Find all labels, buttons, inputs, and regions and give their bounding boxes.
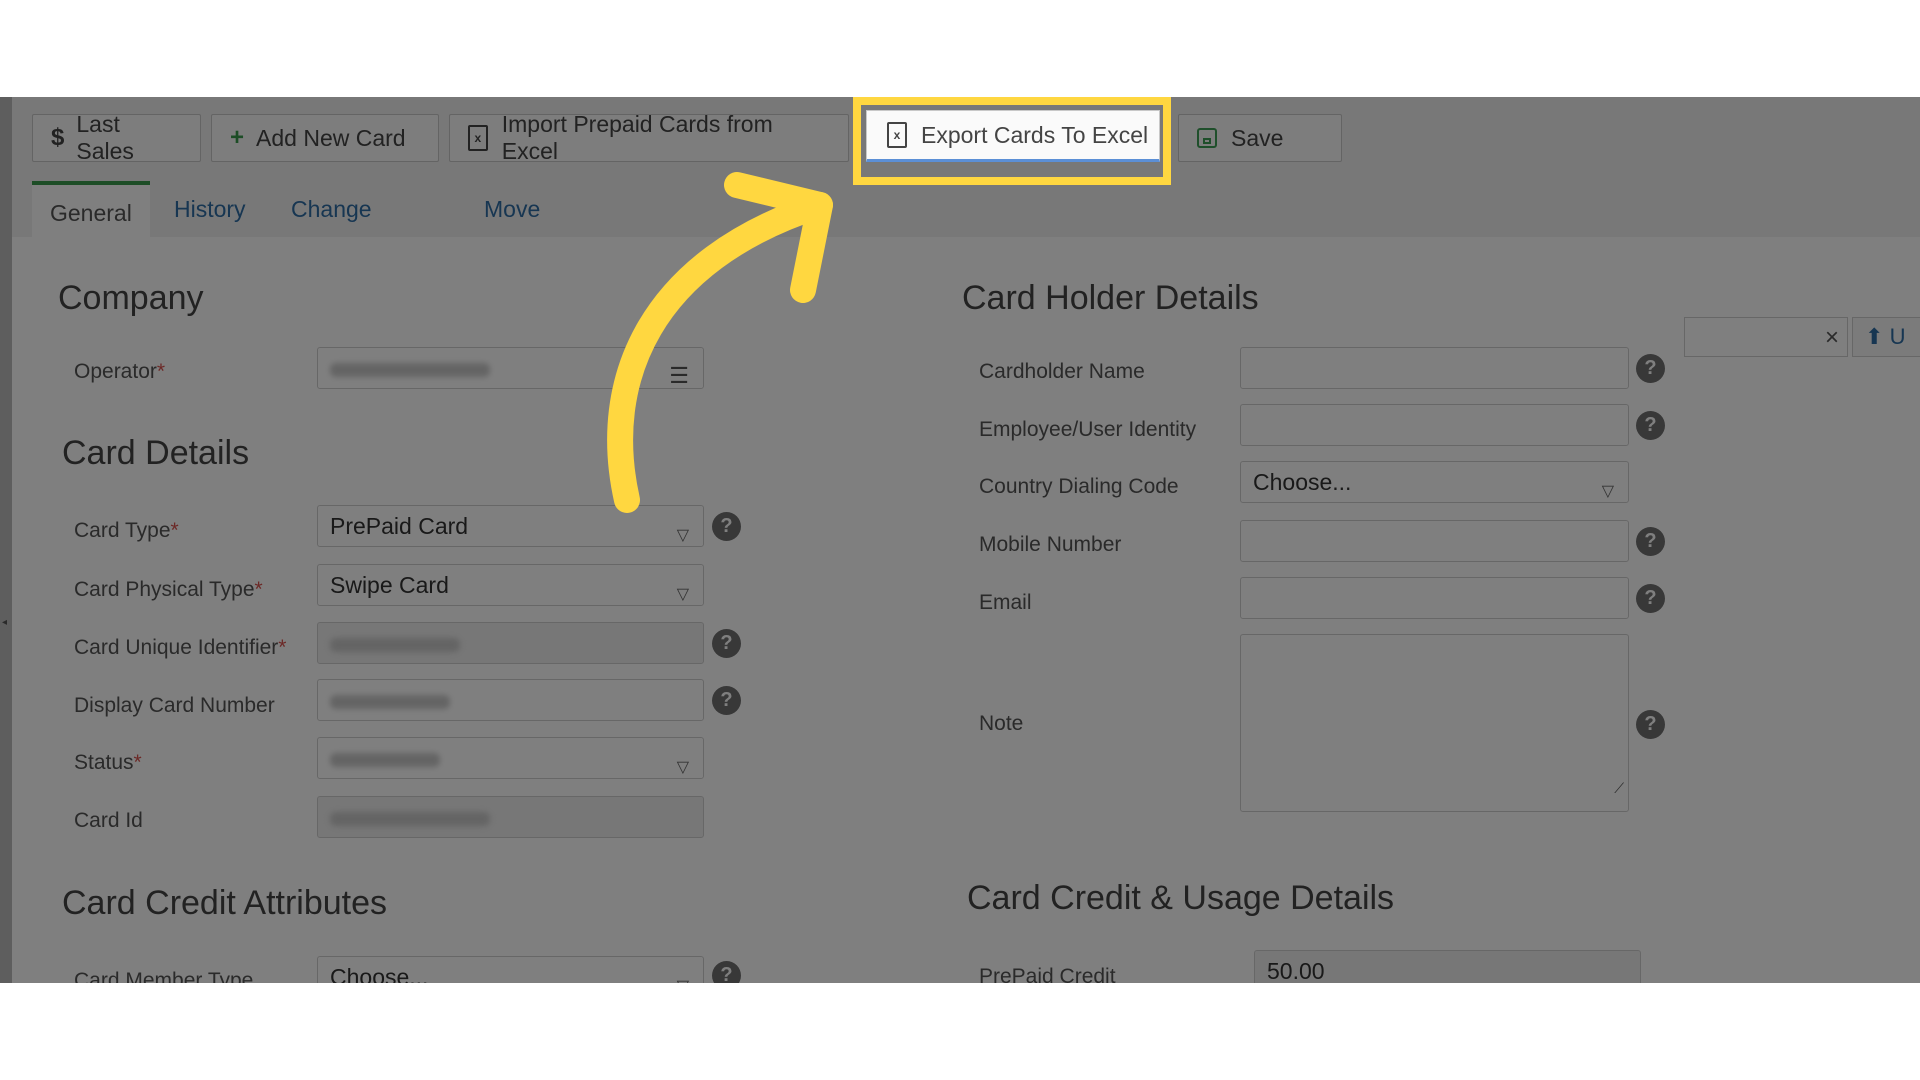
prepaid-credit-value: 50.00 bbox=[1267, 958, 1325, 983]
chevron-down-icon: ▽ bbox=[676, 586, 689, 603]
save-button[interactable]: Save bbox=[1178, 114, 1342, 162]
chevron-down-icon: ▽ bbox=[1601, 483, 1614, 500]
tab-change-credit[interactable]: Change Credit bbox=[291, 181, 372, 278]
help-icon[interactable]: ? bbox=[712, 961, 741, 983]
dollar-icon: $ bbox=[51, 124, 65, 151]
mobile-number-field[interactable] bbox=[1240, 520, 1629, 562]
help-icon[interactable]: ? bbox=[712, 629, 741, 658]
chevron-down-icon: ▽ bbox=[676, 759, 689, 776]
card-member-type-label: Card Member Type bbox=[74, 969, 254, 983]
export-label: Export Cards To Excel bbox=[921, 121, 1149, 148]
card-member-type-select[interactable]: Choose... ▽ bbox=[317, 956, 704, 983]
card-holder-details-heading: Card Holder Details bbox=[962, 279, 1259, 317]
help-icon[interactable]: ? bbox=[712, 512, 741, 541]
status-blurred bbox=[330, 752, 440, 767]
operator-label: Operator* bbox=[74, 360, 166, 383]
card-physical-type-select[interactable]: Swipe Card ▽ bbox=[317, 564, 704, 606]
last-sales-button[interactable]: $ Last Sales bbox=[32, 111, 201, 164]
tab-general[interactable]: General bbox=[32, 181, 150, 237]
card-member-type-value: Choose... bbox=[330, 964, 429, 983]
email-label: Email bbox=[979, 591, 1032, 614]
upload-icon: ⬆ bbox=[1865, 324, 1884, 349]
upload-file-field[interactable]: × bbox=[1684, 317, 1848, 357]
card-id-field bbox=[317, 796, 704, 838]
employee-user-identity-label: Employee/User Identity bbox=[979, 418, 1197, 441]
card-details-heading: Card Details bbox=[62, 434, 250, 472]
export-cards-to-excel-button[interactable]: x Export Cards To Excel bbox=[866, 110, 1160, 162]
collapse-caret-icon[interactable]: ◂ bbox=[2, 617, 7, 628]
operator-field[interactable]: ☰ bbox=[317, 347, 704, 389]
help-icon[interactable]: ? bbox=[1636, 354, 1665, 383]
country-dialing-code-value: Choose... bbox=[1253, 469, 1352, 495]
operator-value-blurred bbox=[330, 362, 490, 377]
left-collapse-bar[interactable]: ◂ bbox=[0, 97, 12, 983]
chevron-down-icon: ▽ bbox=[677, 967, 689, 983]
add-new-card-label: Add New Card bbox=[256, 124, 406, 151]
general-panel bbox=[32, 237, 1920, 983]
card-credit-usage-heading: Card Credit & Usage Details bbox=[967, 879, 1395, 917]
save-label: Save bbox=[1231, 124, 1284, 151]
plus-icon: + bbox=[230, 124, 245, 151]
card-id-blurred bbox=[330, 811, 490, 826]
excel-file-icon: x bbox=[468, 125, 488, 151]
prepaid-credit-label: PrePaid Credit bbox=[979, 965, 1116, 983]
help-icon[interactable]: ? bbox=[1636, 411, 1665, 440]
status-label: Status* bbox=[74, 751, 142, 774]
app-screenshot: ◂ $ Last Sales + Add New Card x Import P… bbox=[0, 97, 1920, 983]
import-label: Import Prepaid Cards from Excel bbox=[501, 111, 773, 164]
tab-move[interactable]: Move bbox=[484, 181, 540, 237]
import-prepaid-cards-button[interactable]: x Import Prepaid Cards from Excel bbox=[449, 111, 849, 164]
card-type-select[interactable]: PrePaid Card ▽ bbox=[317, 505, 704, 547]
help-icon[interactable]: ? bbox=[1636, 584, 1665, 613]
display-card-number-field[interactable] bbox=[317, 679, 704, 721]
list-icon[interactable]: ☰ bbox=[669, 356, 689, 396]
upload-button[interactable]: ⬆ U bbox=[1852, 317, 1920, 357]
display-card-number-label: Display Card Number bbox=[74, 694, 275, 717]
email-field[interactable] bbox=[1240, 577, 1629, 619]
resize-handle-icon[interactable]: ⟋ bbox=[1614, 768, 1624, 808]
status-select[interactable]: ▽ bbox=[317, 737, 704, 779]
note-textarea[interactable]: ⟋ bbox=[1240, 634, 1629, 812]
excel-file-icon: x bbox=[887, 122, 907, 148]
mobile-number-label: Mobile Number bbox=[979, 533, 1122, 556]
help-icon[interactable]: ? bbox=[712, 686, 741, 715]
upload-label: U bbox=[1889, 324, 1906, 349]
help-icon[interactable]: ? bbox=[1636, 527, 1665, 556]
country-dialing-code-label: Country Dialing Code bbox=[979, 475, 1179, 498]
card-unique-identifier-label: Card Unique Identifier* bbox=[74, 636, 287, 659]
unique-id-blurred bbox=[330, 637, 460, 652]
last-sales-label: Last Sales bbox=[76, 111, 134, 164]
company-heading: Company bbox=[58, 279, 204, 317]
cardholder-name-field[interactable] bbox=[1240, 347, 1629, 389]
chevron-down-icon: ▽ bbox=[676, 527, 689, 544]
prepaid-credit-field: 50.00 bbox=[1254, 950, 1641, 983]
card-credit-attributes-heading: Card Credit Attributes bbox=[62, 884, 388, 922]
country-dialing-code-select[interactable]: Choose... ▽ bbox=[1240, 461, 1629, 503]
save-icon bbox=[1197, 128, 1217, 148]
display-number-blurred bbox=[330, 694, 450, 709]
tab-history[interactable]: History bbox=[174, 181, 246, 237]
help-icon[interactable]: ? bbox=[1636, 710, 1665, 739]
card-type-value: PrePaid Card bbox=[330, 513, 469, 539]
card-physical-type-value: Swipe Card bbox=[330, 572, 449, 598]
card-physical-type-label: Card Physical Type* bbox=[74, 578, 263, 601]
card-type-label: Card Type* bbox=[74, 519, 179, 542]
clear-icon[interactable]: × bbox=[1825, 324, 1839, 352]
card-id-label: Card Id bbox=[74, 809, 143, 832]
card-unique-identifier-field[interactable] bbox=[317, 622, 704, 664]
add-new-card-button[interactable]: + Add New Card bbox=[211, 114, 439, 162]
employee-user-identity-field[interactable] bbox=[1240, 404, 1629, 446]
note-label: Note bbox=[979, 712, 1024, 735]
cardholder-name-label: Cardholder Name bbox=[979, 360, 1145, 383]
